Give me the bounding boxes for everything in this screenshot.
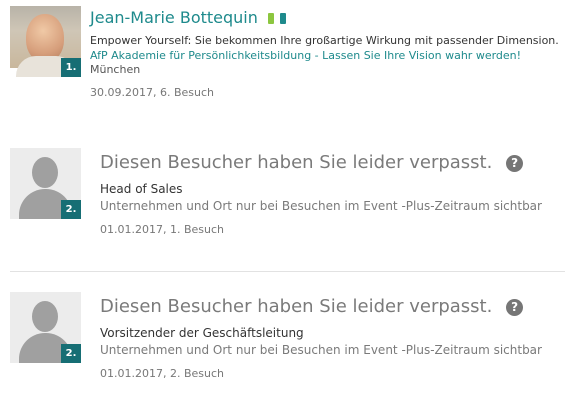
visitor-list: 1. Jean-Marie Bottequin Empower Yourself…	[0, 0, 565, 394]
visitor-name[interactable]: Jean-Marie Bottequin	[90, 8, 258, 27]
missed-visitor-title: Diesen Besucher haben Sie leider verpass…	[100, 296, 493, 317]
silhouette-head	[32, 301, 58, 332]
job-title: Head of Sales	[100, 182, 183, 196]
hidden-info-text: Unternehmen und Ort nur bei Besuchen im …	[100, 199, 542, 213]
face-shape	[26, 14, 64, 62]
divider	[10, 271, 565, 272]
tag-green-icon	[267, 13, 274, 24]
missed-title-row: Diesen Besucher haben Sie leider verpass…	[100, 152, 542, 173]
avatar: 2.	[10, 292, 81, 363]
help-icon[interactable]: ?	[506, 298, 524, 316]
avatar[interactable]: 1.	[10, 6, 81, 77]
rank-badge: 2.	[61, 200, 81, 219]
job-title: Vorsitzender der Geschäftsleitung	[100, 326, 304, 340]
membership-tags	[267, 9, 287, 28]
hidden-info-text: Unternehmen und Ort nur bei Besuchen im …	[100, 343, 542, 357]
silhouette-head	[32, 157, 58, 188]
missed-title-row: Diesen Besucher haben Sie leider verpass…	[100, 296, 542, 317]
visit-date: 01.01.2017, 2. Besuch	[100, 367, 225, 380]
visitor-name-row: Jean-Marie Bottequin	[90, 8, 559, 28]
visit-date: 30.09.2017, 6. Besuch	[90, 86, 215, 99]
help-icon[interactable]: ?	[506, 154, 524, 172]
visitor-details: Diesen Besucher haben Sie leider verpass…	[100, 296, 542, 380]
visit-date: 01.01.2017, 1. Besuch	[100, 223, 225, 236]
missed-visitor-title: Diesen Besucher haben Sie leider verpass…	[100, 152, 493, 173]
visitor-details: Jean-Marie Bottequin Empower Yourself: S…	[90, 8, 559, 99]
avatar: 2.	[10, 148, 81, 219]
visitor-details: Diesen Besucher haben Sie leider verpass…	[100, 152, 542, 236]
visitor-city: München	[90, 63, 141, 76]
company-link[interactable]: AfP Akademie für Persönlichkeitsbildung …	[90, 49, 559, 62]
rank-badge: 1.	[61, 58, 81, 77]
rank-badge: 2.	[61, 344, 81, 363]
tag-teal-icon	[280, 13, 287, 24]
visitor-headline: Empower Yourself: Sie bekommen Ihre groß…	[90, 34, 559, 47]
